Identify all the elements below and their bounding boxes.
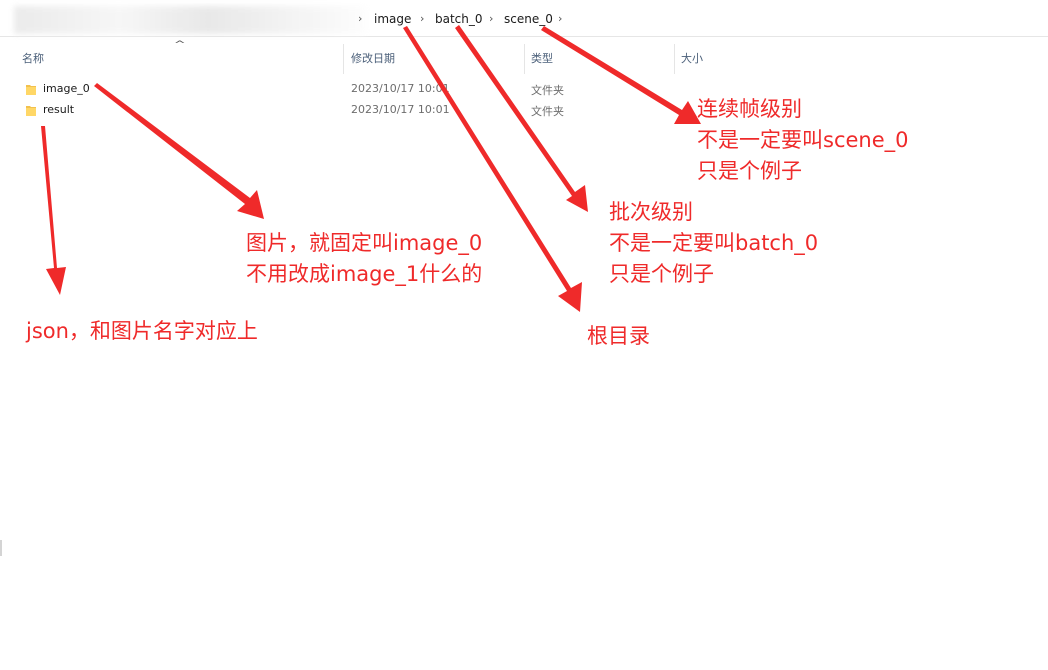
- annotation-line: 不是一定要叫scene_0: [697, 128, 909, 152]
- annotation-image: 图片，就固定叫image_0 不用改成image_1什么的: [246, 228, 482, 290]
- blurred-path-region: [14, 6, 366, 34]
- chevron-right-icon[interactable]: ›: [489, 11, 493, 27]
- scroll-indicator: [0, 540, 2, 556]
- annotation-line: 图片，就固定叫image_0: [246, 231, 483, 255]
- file-date: 2023/10/17 10:01: [351, 103, 450, 116]
- arrow-result: [41, 126, 66, 295]
- column-header-date[interactable]: 修改日期: [345, 44, 525, 74]
- file-type: 文件夹: [531, 84, 564, 97]
- annotation-result: json，和图片名字对应上: [26, 316, 258, 347]
- annotation-root: 根目录: [587, 321, 650, 352]
- annotation-line: 只是个例子: [697, 159, 802, 183]
- breadcrumb-item-scene[interactable]: scene_0: [504, 11, 553, 27]
- annotation-line: 不用改成image_1什么的: [246, 262, 483, 286]
- address-bar[interactable]: › image › batch_0 › scene_0 ›: [0, 0, 1048, 37]
- annotation-line: 批次级别: [609, 200, 693, 224]
- annotation-line: 连续帧级别: [697, 97, 802, 121]
- annotation-line: 根目录: [587, 324, 650, 348]
- breadcrumb-item-batch[interactable]: batch_0: [435, 11, 483, 27]
- annotation-line: 只是个例子: [609, 262, 714, 286]
- column-header-size[interactable]: 大小: [675, 44, 775, 74]
- folder-icon: [26, 85, 36, 95]
- column-header-name[interactable]: 名称: [16, 44, 344, 74]
- annotation-line: json，和图片名字对应上: [26, 319, 258, 343]
- folder-icon: [26, 106, 36, 116]
- chevron-right-icon[interactable]: ›: [558, 11, 562, 27]
- annotation-line: 不是一定要叫batch_0: [609, 231, 819, 255]
- file-date: 2023/10/17 10:01: [351, 82, 450, 95]
- column-header-type[interactable]: 类型: [525, 44, 675, 74]
- chevron-right-icon[interactable]: ›: [358, 11, 362, 27]
- chevron-right-icon[interactable]: ›: [420, 11, 424, 27]
- file-type: 文件夹: [531, 105, 564, 118]
- annotation-batch: 批次级别 不是一定要叫batch_0 只是个例子: [609, 197, 818, 290]
- breadcrumb-item-image[interactable]: image: [374, 11, 411, 27]
- annotation-scene: 连续帧级别 不是一定要叫scene_0 只是个例子: [697, 94, 909, 187]
- file-name: image_0: [43, 82, 90, 95]
- file-name: result: [43, 103, 75, 116]
